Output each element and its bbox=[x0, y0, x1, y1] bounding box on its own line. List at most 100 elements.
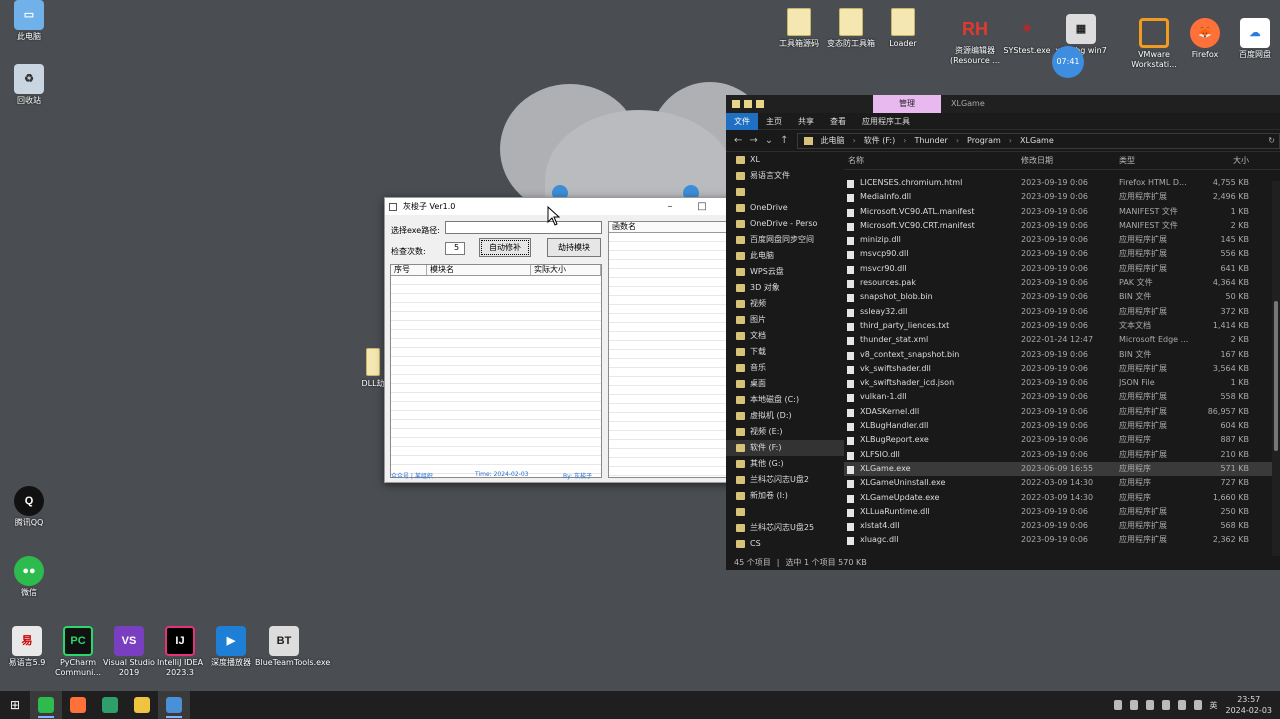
nav-item[interactable]: 百度网盘同步空间 bbox=[726, 232, 844, 248]
maximize-button[interactable]: □ bbox=[686, 201, 718, 212]
desktop-icon-wechat[interactable]: ●● 微信 bbox=[0, 556, 58, 598]
file-row[interactable]: resources.pak 2023-09-19 0:06 PAK 文件 4,364 … bbox=[844, 276, 1280, 290]
nav-item[interactable]: 视频 (E:) bbox=[726, 424, 844, 440]
up-arrow-icon[interactable]: ↑ bbox=[780, 135, 788, 146]
floating-clock-badge[interactable]: 07:41 bbox=[1052, 46, 1084, 78]
tab-share[interactable]: 共享 bbox=[790, 113, 822, 130]
back-arrow-icon[interactable]: ← bbox=[734, 135, 742, 146]
taskbar-clock[interactable]: 23:57 2024-02-03 bbox=[1226, 694, 1273, 716]
desktop-icon-baidu-netdisk[interactable]: ☁ 百度网盘 bbox=[1226, 18, 1280, 60]
desktop-icon-player[interactable]: ▶ 深度播放器 bbox=[202, 626, 260, 668]
column-header-size[interactable]: 实际大小 bbox=[531, 265, 601, 275]
file-row[interactable]: xluagc.dll 2023-09-19 0:06 应用程序扩展 2,362 KB bbox=[844, 533, 1280, 547]
quick-access-toolbar[interactable] bbox=[726, 100, 764, 108]
desktop-icon-folder-toolbox-src[interactable]: 工具箱源码 bbox=[770, 8, 828, 49]
desktop-icon-systest[interactable]: ✳ SYStest.exe bbox=[998, 14, 1056, 56]
nav-item[interactable]: WPS云盘 bbox=[726, 264, 844, 280]
file-row[interactable]: third_party_liences.txt 2023-09-19 0:06 文本… bbox=[844, 319, 1280, 333]
desktop-icon-pycharm[interactable]: PC PyCharm Communi... bbox=[49, 626, 107, 678]
file-row[interactable]: msvcr90.dll 2023-09-19 0:06 应用程序扩展 641 KB bbox=[844, 262, 1280, 276]
hijack-module-button[interactable]: 劫持模块 bbox=[547, 238, 601, 257]
nav-item[interactable]: 桌面 bbox=[726, 376, 844, 392]
scrollbar[interactable] bbox=[1272, 181, 1280, 556]
file-row[interactable]: XLGameUpdate.exe 2022-03-09 14:30 应用程序 1,66… bbox=[844, 491, 1280, 505]
file-row[interactable]: snapshot_blob.bin 2023-09-19 0:06 BIN 文件 50… bbox=[844, 290, 1280, 304]
nav-item[interactable]: 文档 bbox=[726, 328, 844, 344]
file-row[interactable]: v8_context_snapshot.bin 2023-09-19 0:06 BI… bbox=[844, 348, 1280, 362]
file-row[interactable]: ssleay32.dll 2023-09-19 0:06 应用程序扩展 372 KB bbox=[844, 305, 1280, 319]
file-row[interactable]: XLBugHandler.dll 2023-09-19 0:06 应用程序扩展 604… bbox=[844, 419, 1280, 433]
taskbar-app-app-window[interactable] bbox=[158, 691, 190, 719]
nav-item[interactable]: 易语言文件 bbox=[726, 168, 844, 184]
module-list[interactable]: 序号 模块名 实际大小 bbox=[390, 264, 602, 478]
file-row[interactable]: minizip.dll 2023-09-19 0:06 应用程序扩展 145 KB bbox=[844, 233, 1280, 247]
breadcrumb-item[interactable]: XLGame bbox=[1020, 136, 1054, 145]
desktop-icon-qq[interactable]: Q 腾讯QQ bbox=[0, 486, 58, 528]
desktop-icon-intellij[interactable]: IJ IntelliJ IDEA 2023.3 bbox=[151, 626, 209, 678]
tab-view[interactable]: 查看 bbox=[822, 113, 854, 130]
desktop-icon-recycle-bin[interactable]: ♻ 回收站 bbox=[0, 64, 58, 106]
breadcrumb-item[interactable]: 此电脑 bbox=[821, 135, 845, 146]
nav-item[interactable]: 其他 (G:) bbox=[726, 456, 844, 472]
nav-item[interactable]: 视频 bbox=[726, 296, 844, 312]
nav-item[interactable] bbox=[726, 184, 844, 200]
desktop-icon-this-pc[interactable]: ▭ 此电脑 bbox=[0, 0, 58, 42]
file-row[interactable]: MediaInfo.dll 2023-09-19 0:06 应用程序扩展 2,496 … bbox=[844, 190, 1280, 204]
nav-item[interactable]: 3D 对象 bbox=[726, 280, 844, 296]
file-row[interactable]: thunder_stat.xml 2022-01-24 12:47 Microsof… bbox=[844, 333, 1280, 347]
forward-arrow-icon[interactable]: → bbox=[749, 135, 757, 146]
file-row[interactable]: vk_swiftshader_icd.json 2023-09-19 0:06 JS… bbox=[844, 376, 1280, 390]
nav-item[interactable]: OneDrive bbox=[726, 200, 844, 216]
properties-icon[interactable] bbox=[744, 100, 752, 108]
file-row[interactable]: XLFSIO.dll 2023-09-19 0:06 应用程序扩展 210 KB bbox=[844, 448, 1280, 462]
file-row[interactable]: vk_swiftshader.dll 2023-09-19 0:06 应用程序扩展 3… bbox=[844, 362, 1280, 376]
nav-item[interactable]: OneDrive - Perso bbox=[726, 216, 844, 232]
file-row[interactable]: xlstat4.dll 2023-09-19 0:06 应用程序扩展 568 KB bbox=[844, 519, 1280, 533]
file-row[interactable]: XLGame.exe 2023-06-09 16:55 应用程序 571 KB bbox=[844, 461, 1280, 477]
explorer-title-bar[interactable]: 管理 XLGame bbox=[726, 95, 1280, 113]
column-header-index[interactable]: 序号 bbox=[391, 265, 427, 275]
file-row[interactable]: vulkan-1.dll 2023-09-19 0:06 应用程序扩展 558 KB bbox=[844, 390, 1280, 404]
security-icon[interactable] bbox=[1145, 700, 1154, 710]
column-header-size[interactable]: 大小 bbox=[1199, 155, 1249, 166]
ime-indicator[interactable]: 英 bbox=[1210, 700, 1218, 711]
nav-item[interactable]: 此电脑 bbox=[726, 248, 844, 264]
tab-manage[interactable]: 管理 bbox=[873, 95, 941, 113]
column-header-date[interactable]: 修改日期 bbox=[1021, 155, 1119, 166]
file-row[interactable]: Microsoft.VC90.ATL.manifest 2023-09-19 0:… bbox=[844, 205, 1280, 219]
column-header-name[interactable]: 名称 bbox=[844, 155, 1021, 166]
chevron-down-icon[interactable]: ⌄ bbox=[765, 135, 773, 146]
column-header-module[interactable]: 模块名 bbox=[427, 265, 531, 275]
breadcrumb-item[interactable]: 软件 (F:) bbox=[864, 135, 895, 146]
taskbar-app-wechat[interactable] bbox=[30, 691, 62, 719]
tab-home[interactable]: 主页 bbox=[758, 113, 790, 130]
file-row[interactable]: XLGameUninstall.exe 2022-03-09 14:30 应用程序 7… bbox=[844, 476, 1280, 490]
usb-icon[interactable] bbox=[1129, 700, 1138, 710]
desktop-icon-visual-studio[interactable]: VS Visual Studio 2019 bbox=[100, 626, 158, 678]
new-folder-icon[interactable] bbox=[756, 100, 764, 108]
breadcrumb-item[interactable]: Program bbox=[967, 136, 1001, 145]
start-button[interactable]: ⊞ bbox=[0, 691, 30, 719]
desktop-icon-folder-toolbox[interactable]: 变态防工具箱 bbox=[822, 8, 880, 49]
nav-item[interactable] bbox=[726, 504, 844, 520]
microphone-icon[interactable] bbox=[1113, 700, 1122, 710]
scrollbar-thumb[interactable] bbox=[1274, 301, 1278, 451]
desktop-icon-folder-loader[interactable]: Loader bbox=[874, 8, 932, 49]
nav-item[interactable]: CS bbox=[726, 536, 844, 552]
breadcrumb[interactable]: 此电脑 › 软件 (F:) › Thunder › Program › XLGame ↻ bbox=[796, 132, 1280, 149]
column-header-type[interactable]: 类型 bbox=[1119, 155, 1199, 166]
volume-icon[interactable] bbox=[1193, 700, 1202, 710]
minimize-button[interactable]: – bbox=[654, 201, 686, 212]
app-title-bar[interactable]: 灰梭子 Ver1.0 – □ ✕ bbox=[385, 198, 750, 215]
taskbar-app-firefox[interactable] bbox=[62, 691, 94, 719]
file-row[interactable]: LICENSES.chromium.html 2023-09-19 0:06 Fir… bbox=[844, 176, 1280, 190]
nav-item[interactable]: 虚拟机 (D:) bbox=[726, 408, 844, 424]
check-count-input[interactable]: 5 bbox=[445, 242, 465, 255]
desktop-icon-vmware[interactable]: VMware Workstati... bbox=[1125, 18, 1183, 70]
nav-item[interactable]: 新加卷 (I:) bbox=[726, 488, 844, 504]
refresh-icon[interactable]: ↻ bbox=[1268, 136, 1279, 145]
nav-item[interactable]: 本地磁盘 (C:) bbox=[726, 392, 844, 408]
nav-item[interactable]: 兰科芯闪志U盘25 bbox=[726, 520, 844, 536]
file-row[interactable]: msvcp90.dll 2023-09-19 0:06 应用程序扩展 556 KB bbox=[844, 247, 1280, 261]
taskbar-app-terminal[interactable] bbox=[94, 691, 126, 719]
